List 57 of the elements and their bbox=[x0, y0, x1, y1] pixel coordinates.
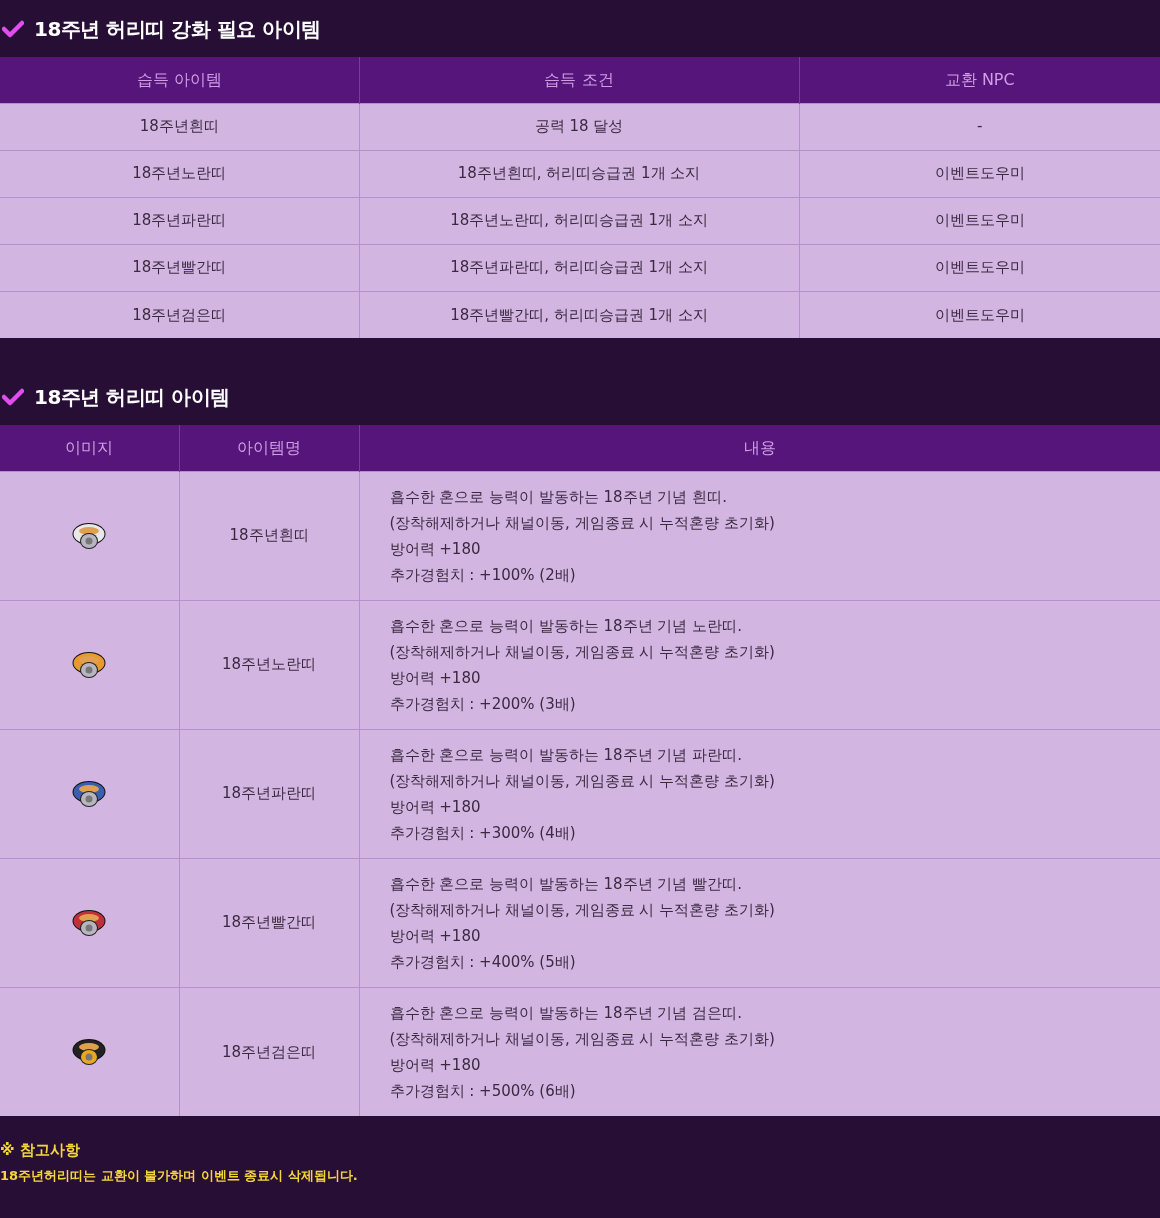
description-line: 추가경험치 : +300% (4배) bbox=[389, 822, 576, 844]
column-header: 습득 조건 bbox=[359, 57, 799, 103]
description-line: 방어력 +180 bbox=[389, 538, 481, 560]
item-name: 18주년노란띠 bbox=[221, 654, 317, 676]
description-line: (장착해제하거나 채널이동, 게임종료 시 누적혼량 초기화) bbox=[389, 512, 775, 534]
description-line: 추가경험치 : +400% (5배) bbox=[389, 951, 576, 973]
table-cell-text: 이벤트도우미 bbox=[934, 257, 1025, 279]
table-cell-text: 18주년파란띠, 허리띠승급권 1개 소지 bbox=[450, 257, 708, 279]
column-header: 아이템명 bbox=[179, 425, 359, 471]
description-line: 흡수한 혼으로 능력이 발동하는 18주년 기념 흰띠. bbox=[389, 486, 727, 508]
description-line: (장착해제하거나 채널이동, 게임종료 시 누적혼량 초기화) bbox=[389, 641, 775, 663]
table-cell-text: - bbox=[977, 116, 983, 138]
table-cell-text: 18주년흰띠 bbox=[139, 116, 219, 138]
belt-icon bbox=[72, 520, 107, 551]
belt-icon bbox=[72, 1036, 107, 1067]
check-icon bbox=[2, 387, 24, 406]
column-header: 교환 NPC bbox=[799, 57, 1160, 103]
belt-icon bbox=[72, 649, 107, 680]
table-cell-text: 이벤트도우미 bbox=[934, 210, 1025, 232]
item-name: 18주년흰띠 bbox=[229, 525, 309, 547]
item-name: 18주년파란띠 bbox=[221, 783, 317, 805]
description-line: 흡수한 혼으로 능력이 발동하는 18주년 기념 노란띠. bbox=[389, 615, 742, 637]
item-name: 18주년빨간띠 bbox=[221, 912, 317, 934]
table-cell-text: 이벤트도우미 bbox=[934, 304, 1025, 326]
table-cell-text: 18주년노란띠 bbox=[132, 163, 227, 185]
section-title: 18주년 허리띠 강화 필요 아이템 bbox=[34, 15, 321, 43]
description-line: (장착해제하거나 채널이동, 게임종료 시 누적혼량 초기화) bbox=[389, 770, 775, 792]
column-header: 내용 bbox=[359, 425, 1160, 471]
item-name: 18주년검은띠 bbox=[221, 1041, 317, 1063]
section-title: 18주년 허리띠 아이템 bbox=[34, 383, 230, 411]
table-cell-text: 18주년검은띠 bbox=[132, 304, 227, 326]
notes-text: 18주년허리띠는 교환이 불가하며 이벤트 종료시 삭제됩니다. bbox=[0, 1167, 358, 1185]
description-line: 방어력 +180 bbox=[389, 667, 481, 689]
notes-title: ※ 참고사항 bbox=[0, 1140, 80, 1161]
table-cell-text: 18주년빨간띠, 허리띠승급권 1개 소지 bbox=[450, 304, 708, 326]
description-line: 방어력 +180 bbox=[389, 796, 481, 818]
table-cell-text: 공력 18 달성 bbox=[534, 116, 624, 138]
description-line: 추가경험치 : +100% (2배) bbox=[389, 564, 576, 586]
table-cell-text: 18주년흰띠, 허리띠승급권 1개 소지 bbox=[457, 163, 701, 185]
table-cell-text: 18주년파란띠 bbox=[132, 210, 227, 232]
description-line: 흡수한 혼으로 능력이 발동하는 18주년 기념 검은띠. bbox=[389, 1002, 742, 1024]
table-cell-text: 이벤트도우미 bbox=[934, 163, 1025, 185]
description-line: 추가경험치 : +500% (6배) bbox=[389, 1080, 576, 1102]
table-cell-text: 18주년빨간띠 bbox=[132, 257, 227, 279]
description-line: 추가경험치 : +200% (3배) bbox=[389, 693, 576, 715]
table-cell-text: 18주년노란띠, 허리띠승급권 1개 소지 bbox=[450, 210, 708, 232]
description-line: (장착해제하거나 채널이동, 게임종료 시 누적혼량 초기화) bbox=[389, 1028, 775, 1050]
description-line: 흡수한 혼으로 능력이 발동하는 18주년 기념 파란띠. bbox=[389, 744, 742, 766]
belt-icon bbox=[72, 907, 107, 938]
check-icon bbox=[2, 19, 24, 38]
column-header: 습득 아이템 bbox=[0, 57, 359, 103]
description-line: 방어력 +180 bbox=[389, 925, 481, 947]
description-line: 방어력 +180 bbox=[389, 1054, 481, 1076]
description-line: (장착해제하거나 채널이동, 게임종료 시 누적혼량 초기화) bbox=[389, 899, 775, 921]
description-line: 흡수한 혼으로 능력이 발동하는 18주년 기념 빨간띠. bbox=[389, 873, 742, 895]
belt-icon bbox=[72, 778, 107, 809]
column-header: 이미지 bbox=[0, 425, 179, 471]
